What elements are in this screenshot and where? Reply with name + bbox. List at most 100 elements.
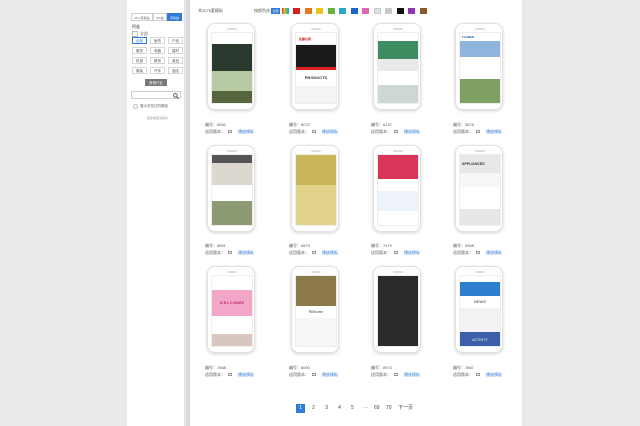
sidebar-footer-note: 更多模板请联系	[147, 116, 169, 120]
page-button[interactable]: 2	[309, 404, 318, 413]
search-input[interactable]	[133, 92, 173, 98]
color-swatch[interactable]	[304, 8, 312, 14]
page-button[interactable]: 5	[348, 404, 357, 413]
template-version-row: 适用版本： 播放模板	[289, 372, 338, 377]
segment-mobile[interactable]: 手机站	[167, 13, 182, 21]
segment-pc[interactable]: PC站	[153, 13, 167, 21]
template-version-row: 适用版本： 播放模板	[371, 129, 420, 134]
template-preview[interactable]	[377, 32, 419, 104]
industry-tag[interactable]: 服务	[132, 47, 147, 54]
page-button[interactable]: 3	[322, 404, 331, 413]
template-play-link[interactable]: 播放模板	[486, 250, 502, 255]
industry-tag[interactable]: 医药	[150, 37, 165, 44]
template-card[interactable]	[373, 23, 421, 110]
template-preview[interactable]: 佐藤仪表 PRODUCTS	[295, 32, 337, 104]
page-button[interactable]: 4	[335, 404, 344, 413]
color-swatch[interactable]	[385, 8, 392, 14]
template-preview[interactable]	[211, 154, 253, 226]
device-icon	[312, 251, 316, 255]
device-icon	[394, 130, 398, 134]
color-swatch[interactable]	[408, 8, 415, 14]
industry-tag[interactable]: 服装	[132, 67, 147, 74]
next-page-button[interactable]: 下一页	[396, 404, 416, 413]
device-icon	[312, 130, 316, 134]
template-card[interactable]	[373, 266, 421, 353]
color-swatch[interactable]	[339, 8, 346, 14]
template-play-link[interactable]: 播放模板	[322, 250, 338, 255]
template-version-row: 适用版本： 播放模板	[289, 250, 338, 255]
template-preview[interactable]	[377, 154, 419, 226]
industry-tag[interactable]: 食品	[168, 57, 183, 64]
color-swatch[interactable]	[316, 8, 323, 14]
page-button[interactable]: 69	[372, 404, 382, 413]
template-id: 编号：7568	[205, 365, 226, 370]
template-play-link[interactable]: 播放模板	[486, 372, 502, 377]
industry-tag[interactable]: 机械	[132, 57, 147, 64]
filter-label: 行业	[132, 24, 140, 29]
template-card[interactable]	[291, 145, 339, 232]
template-card[interactable]: FLOBEN	[455, 23, 503, 110]
template-card[interactable]: 佐藤仪表 PRODUCTS	[291, 23, 339, 110]
color-swatch[interactable]	[362, 8, 369, 14]
version-label: 适用版本：	[371, 129, 391, 134]
version-label: 适用版本：	[453, 129, 473, 134]
template-count: 共3276套模板	[198, 8, 223, 13]
phone-earpiece	[227, 28, 237, 30]
search-box	[131, 91, 181, 99]
screen-slogan: D·E L C ONGS	[212, 290, 252, 316]
template-play-link[interactable]: 播放模板	[238, 372, 254, 377]
template-preview[interactable]: APPLIANCES	[459, 154, 501, 226]
template-preview[interactable]: D·E L C ONGS	[211, 275, 253, 347]
more-industries-button[interactable]: 其他行业	[145, 79, 167, 86]
template-preview[interactable]	[295, 154, 337, 226]
template-preview[interactable]: NEWS ACTIVITY	[459, 275, 501, 347]
color-swatch[interactable]	[327, 8, 335, 14]
sidebar: PC+手机站 PC站 手机站 行业 全部 全部 医药 产品 服务 电器 建材 机械 教育 食品服…	[127, 0, 185, 426]
template-play-link[interactable]: 播放模板	[486, 129, 502, 134]
search-icon[interactable]	[173, 92, 179, 99]
template-version-row: 适用版本： 播放模板	[205, 372, 254, 377]
phone-earpiece	[475, 271, 485, 273]
template-play-link[interactable]: 播放模板	[404, 129, 420, 134]
color-swatch-multi[interactable]	[282, 8, 289, 14]
template-play-link[interactable]: 播放模板	[404, 250, 420, 255]
template-card[interactable]	[207, 23, 255, 110]
template-card[interactable]: APPLIANCES	[455, 145, 503, 232]
segment-pc-mobile[interactable]: PC+手机站	[131, 13, 153, 21]
color-swatch[interactable]	[373, 8, 381, 14]
industry-tag[interactable]: 全部	[132, 37, 147, 44]
template-card[interactable]	[207, 145, 255, 232]
template-play-link[interactable]: 播放模板	[238, 129, 254, 134]
template-preview[interactable]: Welcome	[295, 275, 337, 347]
color-swatch[interactable]	[350, 8, 358, 14]
color-swatch-all[interactable]: 全部	[271, 8, 280, 14]
template-play-link[interactable]: 播放模板	[238, 250, 254, 255]
page-button[interactable]: 70	[384, 404, 394, 413]
page-button[interactable]: 1	[296, 404, 305, 413]
industry-tag[interactable]: 产品	[168, 37, 183, 44]
template-card[interactable]	[373, 145, 421, 232]
color-swatch[interactable]	[396, 8, 404, 14]
version-label: 适用版本：	[205, 372, 225, 377]
template-id: 编号：7867	[453, 365, 474, 370]
industry-tag[interactable]: 电器	[150, 47, 165, 54]
phone-earpiece	[475, 150, 485, 152]
template-play-link[interactable]: 播放模板	[322, 129, 338, 134]
industry-tag[interactable]: 酒店	[168, 67, 183, 74]
color-swatch[interactable]	[293, 8, 300, 14]
template-preview[interactable]	[211, 32, 253, 104]
template-card[interactable]: NEWS ACTIVITY	[455, 266, 503, 353]
template-preview[interactable]: FLOBEN	[459, 32, 501, 104]
template-card[interactable]: D·E L C ONGS	[207, 266, 255, 353]
template-id: 编号：8072	[289, 122, 310, 127]
color-swatch[interactable]	[419, 8, 427, 14]
industry-tag[interactable]: 教育	[150, 57, 165, 64]
industry-tag[interactable]: 建材	[168, 47, 183, 54]
template-preview[interactable]	[377, 275, 419, 347]
template-play-link[interactable]: 播放模板	[322, 372, 338, 377]
template-card[interactable]: Welcome	[291, 266, 339, 353]
screen-slogan-2: ACTIVITY	[460, 332, 500, 346]
industry-tag[interactable]: 汽车	[150, 67, 165, 74]
template-play-link[interactable]: 播放模板	[404, 372, 420, 377]
show-viewed-radio[interactable]	[133, 104, 138, 109]
